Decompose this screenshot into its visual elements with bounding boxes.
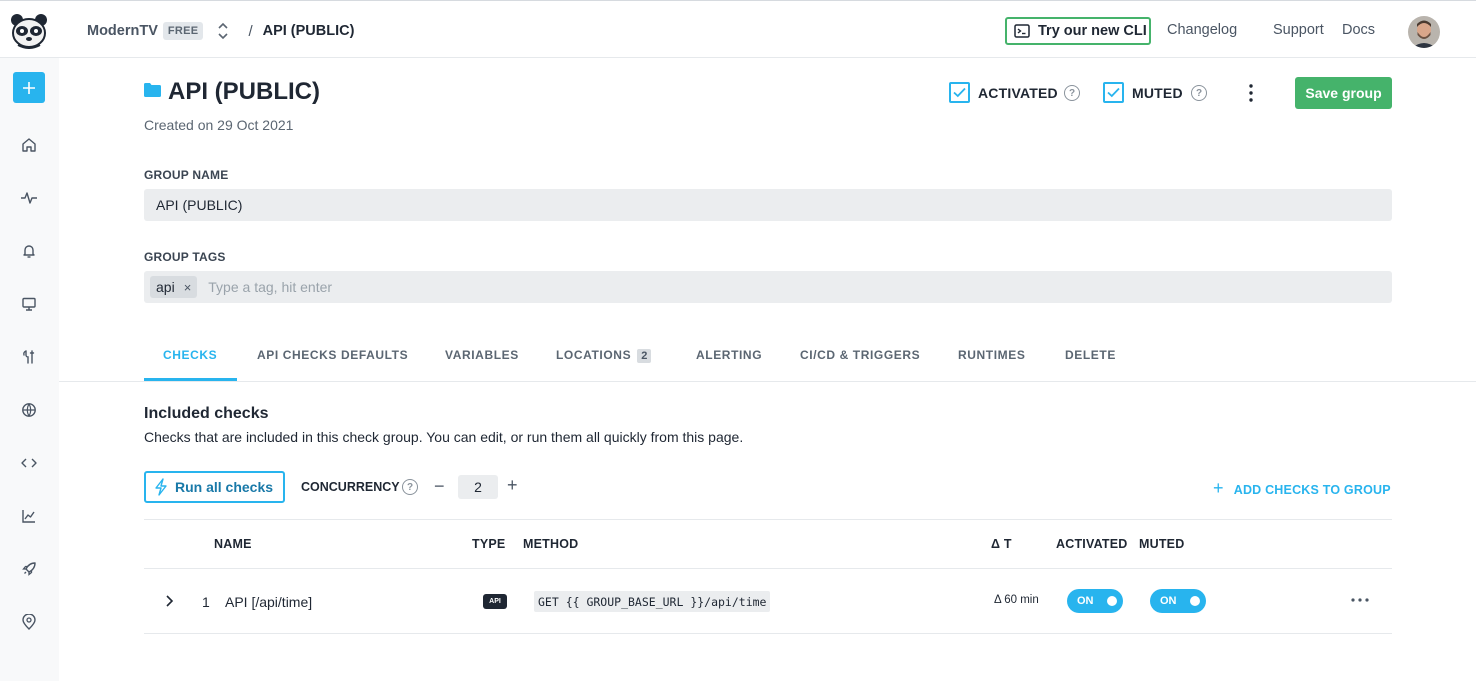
plus-icon: + <box>1213 478 1224 498</box>
check-method: GET {{ GROUP_BASE_URL }}/api/time <box>534 591 771 612</box>
docs-link[interactable]: Docs <box>1342 22 1375 38</box>
activated-toggle-label: ON <box>1077 595 1094 607</box>
group-name-label: GROUP NAME <box>144 168 229 182</box>
created-date: Created on 29 Oct 2021 <box>144 117 294 133</box>
run-all-checks-button[interactable]: Run all checks <box>144 471 285 503</box>
folder-icon <box>144 83 161 100</box>
chart-icon[interactable] <box>19 506 39 526</box>
concurrency-input[interactable]: 2 <box>458 475 498 499</box>
tab-locations-label: LOCATIONS <box>556 348 632 362</box>
toggle-knob <box>1190 596 1200 606</box>
tag-input[interactable]: Type a tag, hit enter <box>208 279 332 295</box>
activated-help-icon[interactable]: ? <box>1064 85 1080 101</box>
locations-count-badge: 2 <box>637 349 652 363</box>
check-name[interactable]: API [/api/time] <box>225 594 312 610</box>
run-all-checks-label: Run all checks <box>175 479 274 495</box>
tag-remove-icon[interactable]: × <box>184 280 192 295</box>
column-header-muted: MUTED <box>1139 537 1185 551</box>
add-checks-label: ADD CHECKS TO GROUP <box>1233 482 1391 497</box>
breadcrumb: ModernTV FREE / API (PUBLIC) <box>87 21 354 41</box>
section-title: Included checks <box>144 405 269 422</box>
account-switcher-icon[interactable] <box>216 21 230 41</box>
concurrency-label: CONCURRENCY <box>301 480 400 494</box>
page-title: API (PUBLIC) <box>168 78 320 105</box>
bell-icon[interactable] <box>19 241 39 261</box>
group-tags-label: GROUP TAGS <box>144 250 226 264</box>
tab-ci-cd-triggers[interactable]: CI/CD & TRIGGERS <box>800 348 920 362</box>
sidebar <box>0 58 59 681</box>
breadcrumb-separator: / <box>248 22 253 40</box>
concurrency-increase-button[interactable]: + <box>507 475 518 496</box>
tab-variables[interactable]: VARIABLES <box>445 348 519 362</box>
table-top-divider <box>144 519 1392 520</box>
row-index: 1 <box>202 594 210 610</box>
concurrency-help-icon[interactable]: ? <box>402 479 418 495</box>
check-type-badge: API <box>483 594 507 609</box>
tools-icon[interactable] <box>19 347 39 367</box>
toggle-knob <box>1107 596 1117 606</box>
tabs-divider <box>59 381 1476 382</box>
globe-icon[interactable] <box>19 400 39 420</box>
terminal-icon <box>1014 24 1030 38</box>
raccoon-logo-icon[interactable] <box>10 13 48 49</box>
group-tags-field[interactable]: api × Type a tag, hit enter <box>144 271 1392 303</box>
tab-checks[interactable]: CHECKS <box>163 348 217 362</box>
muted-toggle[interactable]: ON <box>1150 589 1206 613</box>
muted-help-icon[interactable]: ? <box>1191 85 1207 101</box>
concurrency-decrease-button[interactable]: − <box>434 476 445 497</box>
activated-toggle[interactable]: ON <box>1067 589 1123 613</box>
muted-label: MUTED <box>1132 85 1183 101</box>
plus-icon <box>23 81 35 94</box>
breadcrumb-current: API (PUBLIC) <box>262 23 355 39</box>
avatar[interactable] <box>1408 16 1440 48</box>
tab-locations[interactable]: LOCATIONS 2 <box>556 348 652 363</box>
activated-checkbox[interactable] <box>949 82 970 103</box>
checkmark-icon <box>1107 87 1120 98</box>
checkmark-icon <box>953 87 966 98</box>
changelog-link[interactable]: Changelog <box>1167 22 1237 38</box>
check-delta: Δ 60 min <box>994 594 1039 606</box>
tab-api-checks-defaults[interactable]: API CHECKS DEFAULTS <box>257 348 408 362</box>
try-cli-label: Try our new CLI <box>1038 23 1147 39</box>
more-options-icon[interactable] <box>1244 83 1258 103</box>
save-group-button[interactable]: Save group <box>1295 77 1392 109</box>
row-more-options-icon[interactable] <box>1350 592 1370 608</box>
tab-alerting[interactable]: ALERTING <box>696 348 762 362</box>
monitor-icon[interactable] <box>19 294 39 314</box>
muted-checkbox[interactable] <box>1103 82 1124 103</box>
location-pin-icon[interactable] <box>19 612 39 632</box>
table-bottom-divider <box>144 633 1392 634</box>
add-checks-to-group-button[interactable]: + ADD CHECKS TO GROUP <box>1213 478 1391 499</box>
chevron-right-icon[interactable] <box>163 594 175 611</box>
tab-delete[interactable]: DELETE <box>1065 348 1116 362</box>
column-header-name[interactable]: NAME <box>214 537 252 551</box>
column-header-method: METHOD <box>523 537 579 551</box>
rocket-icon[interactable] <box>19 559 39 579</box>
column-header-type: TYPE <box>472 537 506 551</box>
try-cli-button[interactable]: Try our new CLI <box>1005 17 1151 45</box>
code-icon[interactable] <box>19 453 39 473</box>
account-name[interactable]: ModernTV <box>87 23 158 39</box>
activated-label: ACTIVATED <box>978 85 1058 101</box>
tab-runtimes[interactable]: RUNTIMES <box>958 348 1025 362</box>
column-header-activated: ACTIVATED <box>1056 537 1128 551</box>
group-name-field[interactable]: API (PUBLIC) <box>144 189 1392 221</box>
create-new-button[interactable] <box>13 72 45 103</box>
activity-icon[interactable] <box>19 188 39 208</box>
top-bar: ModernTV FREE / API (PUBLIC) Try our new… <box>0 0 1476 58</box>
tag-chip: api × <box>150 276 198 298</box>
plan-badge: FREE <box>162 22 204 40</box>
header-divider <box>144 568 1392 569</box>
section-description: Checks that are included in this check g… <box>144 429 744 445</box>
home-icon[interactable] <box>19 135 39 155</box>
column-header-delta: Δ T <box>991 537 1012 551</box>
group-name-value: API (PUBLIC) <box>156 197 243 213</box>
support-link[interactable]: Support <box>1273 22 1324 38</box>
lightning-icon <box>155 478 167 496</box>
muted-toggle-label: ON <box>1160 595 1177 607</box>
tag-label: api <box>156 279 175 295</box>
